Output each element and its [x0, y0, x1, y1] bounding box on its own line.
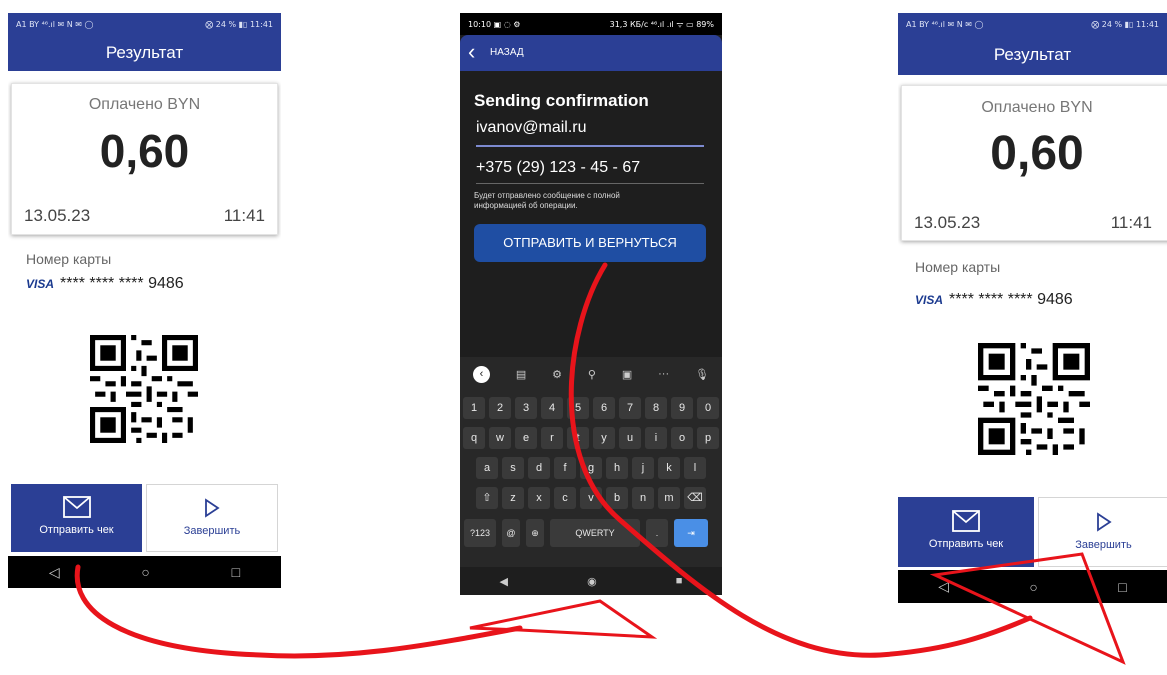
arrow-curve-middle	[568, 262, 1033, 658]
annotation-arrows	[74, 262, 1126, 665]
arrow-curve-left	[74, 564, 523, 659]
arrowhead-right	[929, 552, 1126, 665]
